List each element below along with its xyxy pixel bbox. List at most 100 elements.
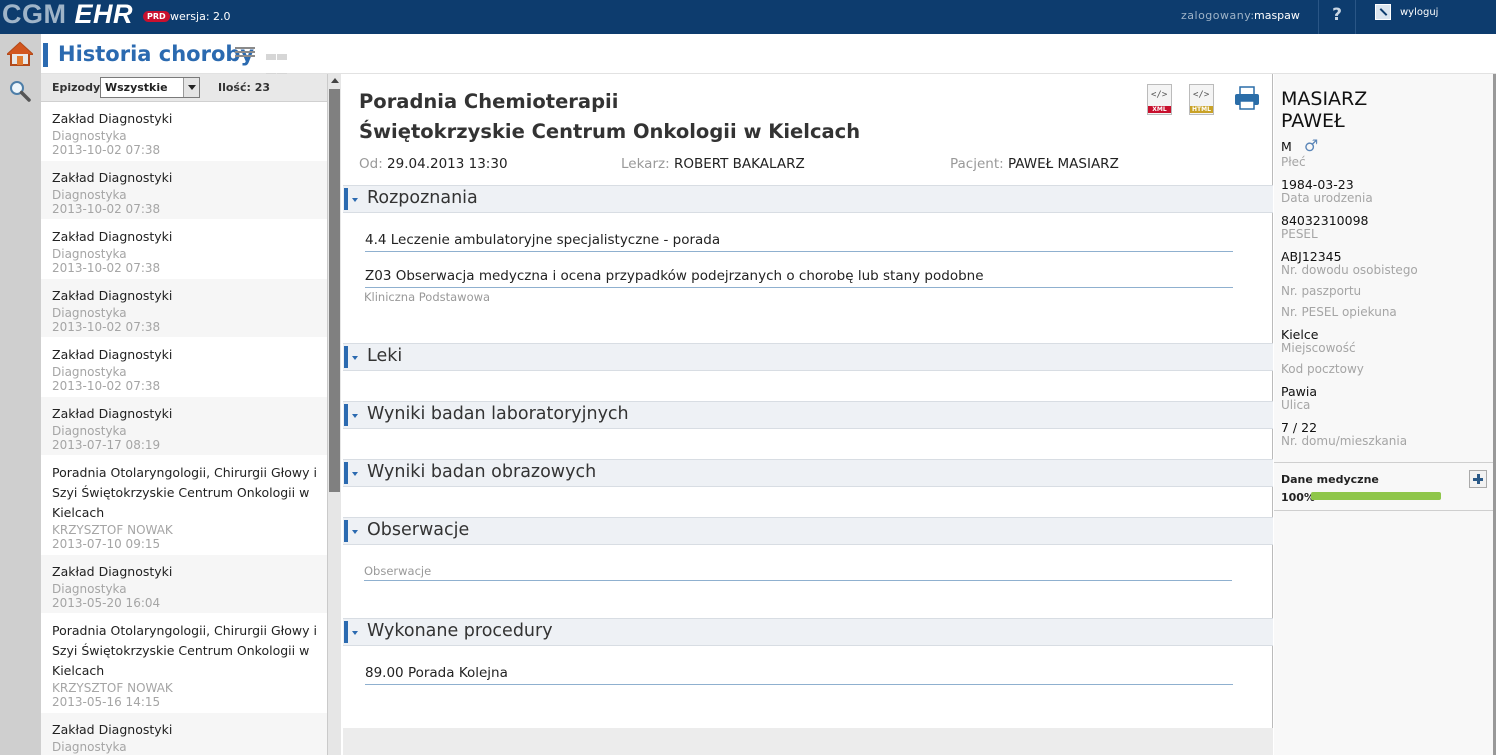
html-label: HTML — [1190, 106, 1213, 113]
diagnosis-type: Kliniczna Podstawowa — [364, 290, 491, 304]
scroll-up-icon[interactable] — [328, 74, 341, 88]
section-diagnoses[interactable]: Rozpoznania — [343, 185, 1273, 213]
episode-title: Zakład Diagnostyki — [52, 722, 173, 737]
medical-data-percent: 100% — [1281, 491, 1315, 504]
episode-subtitle: Diagnostyka — [52, 424, 127, 438]
episode-panel: Epizody: Wszystkie Ilość: 23 Zakład Diag… — [41, 74, 341, 755]
patient-name: MASIARZ PAWEŁ — [1281, 88, 1367, 132]
patient-zip-label: Kod pocztowy — [1281, 362, 1364, 376]
section-title: Wyniki badan obrazowych — [367, 462, 597, 482]
visit-patient: Pacjent: PAWEŁ MASIARZ — [950, 156, 1119, 172]
chevron-down-icon[interactable] — [352, 472, 358, 476]
chevron-down-icon[interactable] — [183, 78, 199, 97]
episode-scrollbar[interactable] — [327, 74, 341, 755]
episode-date: 2013-10-02 07:38 — [52, 143, 161, 157]
grid-view-icon[interactable] — [266, 47, 289, 79]
patient-city-label: Miejscowość — [1281, 341, 1356, 355]
episode-item[interactable]: Poradnia Otolaryngologii, Chirurgii Głow… — [41, 456, 327, 555]
clinic-name-line2: Świętokrzyskie Centrum Onkologii w Kielc… — [359, 120, 861, 143]
xml-label: XML — [1148, 106, 1171, 113]
title-accent-bar — [43, 43, 48, 67]
patient-street-value: Pawia — [1281, 384, 1317, 399]
logout-link[interactable]: wyloguj — [1400, 7, 1438, 18]
visit-from: Od: 29.04.2013 13:30 — [359, 156, 508, 172]
chevron-down-icon[interactable] — [352, 530, 358, 534]
episode-item[interactable]: Zakład Diagnostyki Diagnostyka 2013-10-02 … — [41, 102, 327, 161]
episode-item[interactable]: Zakład Diagnostyki Diagnostyka 2013-07-17 … — [41, 397, 327, 456]
patient-id-value: ABJ12345 — [1281, 249, 1342, 264]
section-title: Obserwacje — [367, 520, 470, 540]
patient-street-label: Ulica — [1281, 398, 1311, 412]
episode-item[interactable]: Zakład Diagnostyki Diagnostyka 2013-05-20 … — [41, 555, 327, 614]
episode-subtitle: KRZYSZTOF NOWAK — [52, 523, 173, 537]
male-icon: ♂ — [1304, 136, 1319, 155]
patient-birth-value: 1984-03-23 — [1281, 177, 1354, 192]
patient-sex-value: M — [1281, 139, 1292, 154]
clinic-name-line1: Poradnia Chemioterapii — [359, 90, 619, 113]
episode-subtitle: Diagnostyka — [52, 129, 127, 143]
diagnosis-entry: 4.4 Leczenie ambulatoryjne specjalistycz… — [365, 231, 1233, 252]
scroll-thumb[interactable] — [329, 89, 340, 492]
plus-icon[interactable] — [1469, 470, 1487, 488]
episode-item[interactable]: Zakład Diagnostyki Diagnostyka 2013-10-02 … — [41, 279, 327, 338]
procedure-entry: 89.00 Porada Kolejna — [365, 664, 1233, 685]
episode-date: 2013-10-02 07:38 — [52, 320, 161, 334]
visit-doctor: Lekarz: ROBERT BAKALARZ — [621, 156, 805, 172]
section-title: Leki — [367, 346, 403, 366]
clinic-name: Poradnia Chemioterapii Świętokrzyskie Ce… — [359, 87, 860, 147]
patient-guardian-label: Nr. PESEL opiekuna — [1281, 305, 1397, 319]
episode-subtitle: Diagnostyka — [52, 365, 127, 379]
observations-field[interactable]: Obserwacje — [364, 564, 1232, 581]
content-footer — [343, 728, 1273, 755]
visit-details: Poradnia Chemioterapii Świętokrzyskie Ce… — [343, 74, 1273, 755]
list-view-icon[interactable] — [235, 47, 255, 61]
chevron-down-icon[interactable] — [352, 414, 358, 418]
section-accent-bar — [344, 621, 348, 643]
section-accent-bar — [344, 404, 348, 426]
printer-icon[interactable] — [1234, 86, 1260, 110]
xml-file-icon[interactable]: </> XML — [1147, 84, 1172, 115]
env-badge: PRD — [143, 11, 170, 22]
chevron-down-icon[interactable] — [352, 198, 358, 202]
episode-item[interactable]: Zakład Diagnostyki Diagnostyka 2013-10-02 … — [41, 338, 327, 397]
html-file-icon[interactable]: </> HTML — [1189, 84, 1214, 115]
episode-filter-select[interactable]: Wszystkie — [100, 77, 200, 98]
episode-item[interactable]: Zakład DiagnostykiDiagnostyka2013-05-15 … — [41, 713, 327, 755]
episode-title: Poradnia Otolaryngologii, Chirurgii Głow… — [52, 623, 317, 678]
diagnosis-entry: Z03 Obserwacja medyczna i ocena przypadk… — [365, 267, 1233, 288]
episode-subtitle: Diagnostyka — [52, 740, 127, 754]
episode-item[interactable]: Zakład Diagnostyki Diagnostyka 2013-10-02 … — [41, 220, 327, 279]
section-accent-bar — [344, 188, 348, 210]
chevron-down-icon[interactable] — [352, 631, 358, 635]
medical-data-label: Dane medyczne — [1281, 473, 1379, 486]
brand-cgm: CGM — [2, 0, 67, 29]
section-drugs[interactable]: Leki — [343, 343, 1273, 371]
episode-item[interactable]: Zakład Diagnostyki Diagnostyka 2013-10-02 … — [41, 161, 327, 220]
logout-icon[interactable] — [1375, 4, 1391, 20]
section-lab-results[interactable]: Wyniki badan laboratoryjnych — [343, 401, 1273, 429]
section-accent-bar — [344, 520, 348, 542]
chevron-down-icon[interactable] — [352, 356, 358, 360]
episode-item[interactable]: Poradnia Otolaryngologii, Chirurgii Głow… — [41, 614, 327, 713]
brand-ehr: EHR — [74, 0, 134, 29]
episode-subtitle: KRZYSZTOF NOWAK — [52, 681, 173, 695]
episode-title: Zakład Diagnostyki — [52, 111, 173, 126]
magnifier-icon[interactable] — [9, 80, 31, 102]
section-imaging-results[interactable]: Wyniki badan obrazowych — [343, 459, 1273, 487]
section-accent-bar — [344, 346, 348, 368]
section-observations[interactable]: Obserwacje — [343, 517, 1273, 545]
logged-in-user[interactable]: maspaw — [1254, 9, 1300, 22]
divider — [1274, 462, 1493, 463]
help-button[interactable]: ? — [1318, 0, 1356, 34]
episode-title: Zakład Diagnostyki — [52, 347, 173, 362]
episode-filter-value: Wszystkie — [105, 81, 168, 94]
patient-pesel-label: PESEL — [1281, 227, 1318, 241]
section-procedures[interactable]: Wykonane procedury — [343, 618, 1273, 646]
patient-house-label: Nr. domu/mieszkania — [1281, 434, 1408, 448]
patient-passport-label: Nr. paszportu — [1281, 284, 1362, 298]
episode-subtitle: Diagnostyka — [52, 582, 127, 596]
home-icon[interactable] — [7, 41, 33, 67]
page-title: Historia choroby — [58, 42, 255, 66]
episode-date: 2013-10-02 07:38 — [52, 261, 161, 275]
episode-title: Zakład Diagnostyki — [52, 288, 173, 303]
